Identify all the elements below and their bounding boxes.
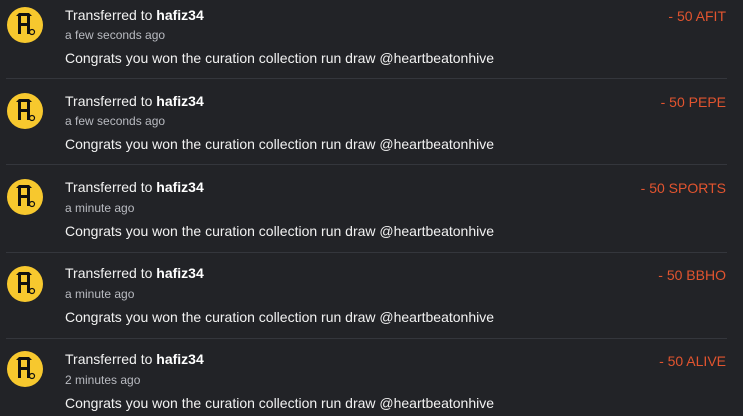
recipient-link[interactable]: hafiz34 bbox=[156, 351, 203, 367]
timestamp: 2 minutes ago bbox=[65, 373, 141, 387]
avatar[interactable] bbox=[7, 93, 43, 129]
recipient-link[interactable]: hafiz34 bbox=[156, 7, 203, 23]
divider bbox=[6, 164, 727, 165]
divider bbox=[6, 338, 727, 339]
transfer-amount: - 50 PEPE bbox=[660, 94, 726, 110]
list-item: Transferred to hafiz34 2 minutes ago Con… bbox=[0, 344, 743, 416]
timestamp: a minute ago bbox=[65, 287, 135, 301]
transfer-prefix: Transferred to bbox=[65, 351, 153, 367]
transfer-prefix: Transferred to bbox=[65, 7, 153, 23]
transfer-feed: Transferred to hafiz34 a few seconds ago… bbox=[0, 0, 743, 416]
heartbeat-logo-icon bbox=[16, 185, 36, 208]
transfer-prefix: Transferred to bbox=[65, 179, 153, 195]
transfer-prefix: Transferred to bbox=[65, 93, 153, 109]
recipient-link[interactable]: hafiz34 bbox=[156, 179, 203, 195]
transfer-amount: - 50 AFIT bbox=[668, 8, 726, 24]
heartbeat-logo-icon bbox=[16, 272, 36, 295]
transfer-title: Transferred to hafiz34 bbox=[65, 265, 204, 281]
heartbeat-logo-icon bbox=[16, 13, 36, 36]
avatar[interactable] bbox=[7, 179, 43, 215]
transfer-title: Transferred to hafiz34 bbox=[65, 351, 204, 367]
transfer-memo: Congrats you won the curation collection… bbox=[65, 223, 495, 239]
transfer-memo: Congrats you won the curation collection… bbox=[65, 395, 495, 411]
transfer-amount: - 50 BBHO bbox=[658, 267, 726, 283]
transfer-amount: - 50 SPORTS bbox=[640, 180, 726, 196]
recipient-link[interactable]: hafiz34 bbox=[156, 93, 203, 109]
transfer-title: Transferred to hafiz34 bbox=[65, 179, 204, 195]
avatar[interactable] bbox=[7, 266, 43, 302]
timestamp: a minute ago bbox=[65, 201, 135, 215]
heartbeat-logo-icon bbox=[16, 99, 36, 122]
transfer-prefix: Transferred to bbox=[65, 265, 153, 281]
divider bbox=[6, 78, 727, 79]
timestamp: a few seconds ago bbox=[65, 114, 166, 128]
transfer-title: Transferred to hafiz34 bbox=[65, 93, 204, 109]
transfer-title: Transferred to hafiz34 bbox=[65, 7, 204, 23]
transfer-amount: - 50 ALIVE bbox=[659, 353, 726, 369]
transfer-memo: Congrats you won the curation collection… bbox=[65, 136, 495, 152]
heartbeat-logo-icon bbox=[16, 357, 36, 380]
divider bbox=[6, 252, 727, 253]
list-item: Transferred to hafiz34 a minute ago Cong… bbox=[0, 172, 743, 258]
list-item: Transferred to hafiz34 a few seconds ago… bbox=[0, 86, 743, 172]
recipient-link[interactable]: hafiz34 bbox=[156, 265, 203, 281]
transfer-memo: Congrats you won the curation collection… bbox=[65, 50, 495, 66]
avatar[interactable] bbox=[7, 7, 43, 43]
list-item: Transferred to hafiz34 a minute ago Cong… bbox=[0, 258, 743, 344]
list-item: Transferred to hafiz34 a few seconds ago… bbox=[0, 0, 743, 86]
avatar[interactable] bbox=[7, 351, 43, 387]
transfer-memo: Congrats you won the curation collection… bbox=[65, 309, 495, 325]
timestamp: a few seconds ago bbox=[65, 28, 166, 42]
